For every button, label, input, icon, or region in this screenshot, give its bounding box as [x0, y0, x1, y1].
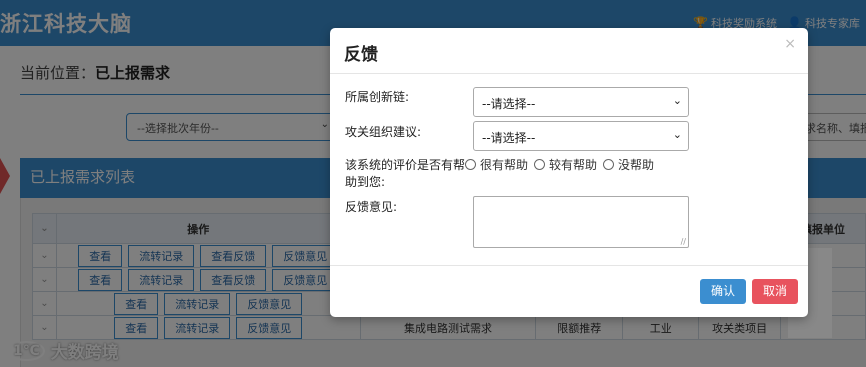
evaluation-label-line2: 助到您: — [345, 175, 386, 189]
radio-very-helpful[interactable]: 很有帮助 — [465, 156, 528, 173]
feedback-modal: 反馈 × 所属创新链: --请选择-- ⌄ 攻关组织建议: --请选择-- ⌄ … — [330, 28, 808, 317]
innovation-chain-value: --请选择-- — [482, 97, 536, 111]
innovation-chain-select[interactable]: --请选择-- ⌄ — [473, 87, 689, 117]
feedback-textarea[interactable]: ∕∕ — [473, 196, 689, 248]
confirm-button[interactable]: 确认 — [700, 279, 746, 304]
modal-title: 反馈 — [344, 45, 378, 65]
modal-footer-divider — [330, 265, 808, 266]
radio-not-helpful[interactable]: 没帮助 — [603, 156, 654, 173]
radio-label: 很有帮助 — [480, 158, 529, 172]
radio-circle-icon — [534, 159, 546, 170]
organization-suggestion-label: 攻关组织建议: — [345, 125, 422, 139]
chevron-down-icon: ⌄ — [672, 128, 682, 141]
evaluation-radio-group: 很有帮助 较有帮助 没帮助 — [465, 156, 656, 173]
radio-label: 没帮助 — [618, 158, 655, 172]
evaluation-label-line1: 该系统的评价是否有帮 — [345, 158, 466, 172]
resize-grip-icon[interactable]: ∕∕ — [681, 237, 686, 246]
radio-somewhat-helpful[interactable]: 较有帮助 — [534, 156, 597, 173]
modal-divider — [330, 73, 808, 74]
feedback-label: 反馈意见: — [345, 200, 398, 214]
radio-circle-icon — [603, 159, 615, 170]
innovation-chain-label: 所属创新链: — [345, 90, 410, 104]
radio-circle-icon — [465, 159, 476, 170]
radio-label: 较有帮助 — [549, 158, 598, 172]
chevron-down-icon: ⌄ — [672, 94, 682, 107]
cancel-button[interactable]: 取消 — [752, 279, 798, 304]
organization-suggestion-select[interactable]: --请选择-- ⌄ — [473, 121, 689, 151]
close-icon[interactable]: × — [784, 36, 796, 52]
organization-suggestion-value: --请选择-- — [482, 131, 536, 145]
